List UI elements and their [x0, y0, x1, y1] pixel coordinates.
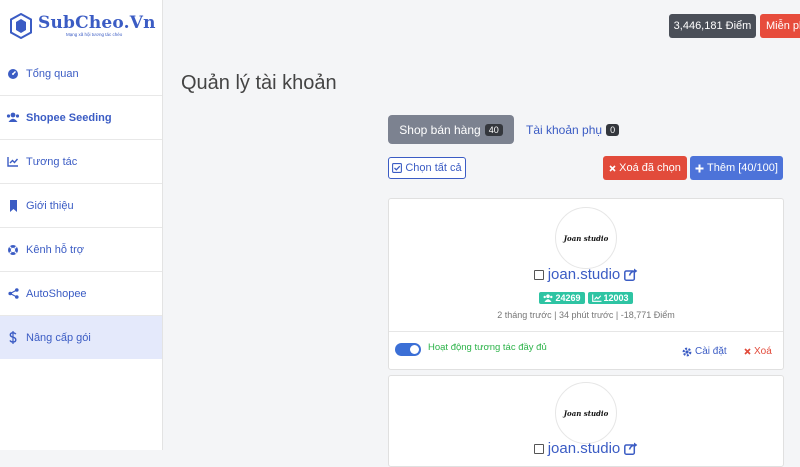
sidebar-item-label: Shopee Seeding	[26, 111, 112, 124]
account-name-row: joan.studio	[389, 440, 783, 457]
external-link-icon[interactable]	[624, 268, 638, 281]
delete-selected-button[interactable]: Xoá đã chọn	[603, 156, 687, 180]
followers-count: 24269	[555, 293, 581, 303]
gauge-icon	[6, 67, 20, 81]
delete-label: Xoá	[754, 346, 772, 357]
toggle-label: Hoạt động tương tác đầy đủ	[428, 342, 547, 353]
logo-hexagon-icon	[10, 13, 32, 39]
sidebar: SubCheo.Vn Mạng xã hội tương tác chéo Tổ…	[0, 0, 163, 450]
rating-badge: 12003	[587, 292, 633, 304]
users-icon	[6, 111, 20, 125]
settings-label: Cài đặt	[695, 346, 727, 357]
logo[interactable]: SubCheo.Vn Mạng xã hội tương tác chéo	[0, 0, 162, 52]
sidebar-item-label: AutoShopee	[26, 287, 87, 300]
avatar: Joan studio	[555, 207, 617, 269]
external-link-icon[interactable]	[624, 442, 638, 455]
settings-button[interactable]: Cài đặt	[682, 346, 727, 357]
lifebuoy-icon	[6, 243, 20, 257]
select-all-label: Chọn tất cả	[405, 162, 462, 174]
tab-count-badge: 40	[484, 123, 503, 136]
followers-badge: 24269	[539, 292, 585, 304]
sidebar-item-shopee-seeding[interactable]: Shopee Seeding	[0, 96, 162, 140]
sidebar-item-tuong-tac[interactable]: Tương tác	[0, 140, 162, 184]
account-stats: 24269 12003	[389, 292, 783, 304]
share-icon	[6, 287, 20, 301]
sidebar-item-label: Nâng cấp gói	[26, 331, 91, 344]
tab-label: Shop bán hàng	[399, 122, 481, 137]
brand-name: SubCheo.Vn	[38, 13, 156, 33]
sidebar-nav: Tổng quan Shopee Seeding Tương tác Giới …	[0, 52, 162, 359]
sidebar-item-tong-quan[interactable]: Tổng quan	[0, 52, 162, 96]
account-card: Joan studio joan.studio	[388, 375, 784, 467]
x-icon	[744, 348, 751, 355]
delete-button[interactable]: Xoá	[744, 346, 772, 357]
page-title: Quản lý tài khoản	[181, 72, 337, 94]
card-footer: Hoạt động tương tác đầy đủ Cài đặt Xoá	[389, 331, 783, 370]
add-account-button[interactable]: Thêm [40/100]	[690, 156, 783, 180]
select-all-button[interactable]: Chọn tất cả	[388, 157, 466, 179]
x-icon	[609, 164, 616, 172]
account-checkbox[interactable]	[533, 443, 544, 454]
users-icon	[543, 294, 553, 302]
account-name-row: joan.studio	[389, 266, 783, 283]
gear-icon	[682, 347, 692, 356]
tab-count-badge: 0	[606, 123, 620, 136]
dollar-icon	[6, 331, 20, 345]
chart-line-icon	[591, 294, 601, 302]
sidebar-item-kenh-ho-tro[interactable]: Kênh hỗ trợ	[0, 228, 162, 272]
interaction-toggle[interactable]	[395, 343, 421, 356]
bookmark-icon	[6, 199, 20, 213]
sidebar-item-gioi-thieu[interactable]: Giới thiệu	[0, 184, 162, 228]
sidebar-item-nang-cap-goi[interactable]: Nâng cấp gói	[0, 316, 162, 359]
rating-count: 12003	[603, 293, 629, 303]
tab-shop-ban-hang[interactable]: Shop bán hàng 40	[388, 115, 514, 144]
free-button[interactable]: Miễn phí	[760, 14, 800, 38]
sidebar-item-autoshopee[interactable]: AutoShopee	[0, 272, 162, 316]
account-name-link[interactable]: joan.studio	[548, 266, 621, 283]
account-meta: 2 tháng trước | 34 phút trước | -18,771 …	[497, 310, 675, 320]
points-balance-button[interactable]: 3,446,181 Điểm	[669, 14, 756, 38]
sidebar-item-label: Tổng quan	[26, 67, 79, 80]
plus-icon	[695, 164, 704, 172]
chart-line-icon	[6, 155, 20, 169]
avatar: Joan studio	[555, 382, 617, 444]
tab-tai-khoan-phu[interactable]: Tài khoản phụ 0	[520, 115, 625, 144]
add-account-label: Thêm [40/100]	[707, 162, 778, 174]
account-card: Joan studio joan.studio 24269 12003 2 th…	[388, 198, 784, 370]
sidebar-item-label: Kênh hỗ trợ	[26, 243, 84, 256]
brand-tagline: Mạng xã hội tương tác chéo	[66, 32, 123, 37]
tab-label: Tài khoản phụ	[526, 122, 603, 137]
account-name-link[interactable]: joan.studio	[548, 440, 621, 457]
sidebar-item-label: Giới thiệu	[26, 199, 74, 212]
sidebar-item-label: Tương tác	[26, 155, 78, 168]
account-checkbox[interactable]	[533, 269, 544, 280]
check-square-icon	[392, 163, 403, 173]
delete-selected-label: Xoá đã chọn	[619, 162, 681, 174]
